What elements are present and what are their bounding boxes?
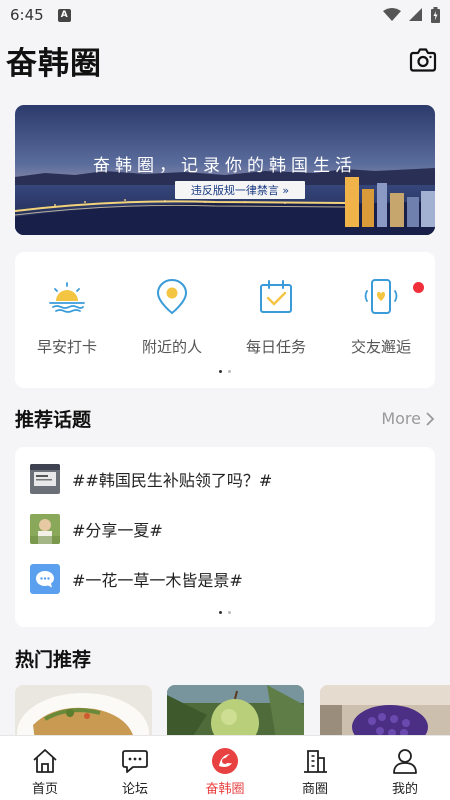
topics-title: 推荐话题 bbox=[15, 409, 92, 431]
quick-item-morning-checkin[interactable]: 早安打卡 bbox=[17, 274, 117, 357]
notification-icon: A bbox=[57, 8, 71, 22]
tab-forum[interactable]: 论坛 bbox=[90, 736, 180, 800]
tab-label: 我的 bbox=[391, 782, 418, 797]
more-label: More bbox=[381, 409, 421, 428]
tab-label: 商圈 bbox=[301, 782, 328, 797]
chat-bubble-icon bbox=[122, 750, 148, 773]
camera-button[interactable] bbox=[408, 45, 438, 75]
topics-header: 推荐话题 More bbox=[15, 405, 435, 432]
building-icon bbox=[304, 750, 327, 773]
tab-label: 奋韩圈 bbox=[205, 782, 245, 797]
topics-card: ##韩国民生补贴领了吗？# #分享一夏# #一花一草一木皆是景# bbox=[15, 447, 435, 627]
hot-feed bbox=[15, 685, 450, 740]
calendar-check-icon bbox=[260, 280, 292, 313]
topic-text: #一花一草一木皆是景# bbox=[72, 571, 243, 590]
topic-thumbnail bbox=[30, 464, 60, 494]
hot-item[interactable] bbox=[167, 685, 304, 740]
tab-profile[interactable]: 我的 bbox=[360, 736, 450, 800]
sunrise-icon bbox=[49, 282, 85, 313]
location-pin-icon bbox=[156, 278, 188, 315]
pager-dot bbox=[228, 611, 231, 614]
topic-text: ##韩国民生补贴领了吗？# bbox=[72, 471, 273, 490]
topics-pager bbox=[15, 611, 435, 614]
quick-actions-card: 早安打卡 附近的人 每日任务 交友邂逅 bbox=[15, 252, 435, 388]
signal-icon bbox=[409, 8, 422, 21]
topics-more-link[interactable]: More bbox=[381, 409, 435, 428]
hot-title: 热门推荐 bbox=[15, 649, 92, 671]
wifi-icon bbox=[383, 8, 401, 21]
banner-rule-tag: 违反版规一律禁言 » bbox=[175, 181, 305, 199]
home-icon bbox=[33, 749, 57, 773]
tab-home[interactable]: 首页 bbox=[0, 736, 90, 800]
status-time: 6:45 bbox=[10, 6, 44, 24]
banner[interactable]: 奋韩圈，记录你的韩国生活 违反版规一律禁言 » bbox=[15, 105, 435, 235]
quick-item-daily-tasks[interactable]: 每日任务 bbox=[226, 274, 326, 357]
status-bar: 6:45 A bbox=[0, 0, 450, 30]
quick-item-label: 附近的人 bbox=[141, 338, 202, 356]
tab-label: 首页 bbox=[31, 782, 58, 797]
tab-fenhanquan[interactable]: 奋韩圈 bbox=[180, 736, 270, 800]
hot-item[interactable] bbox=[15, 685, 152, 740]
hot-header: 热门推荐 bbox=[15, 645, 435, 672]
fenhan-circle-icon bbox=[212, 748, 238, 774]
phone-heart-icon bbox=[364, 279, 398, 314]
person-icon bbox=[393, 749, 417, 774]
bottom-tab-bar: 首页 论坛 奋韩圈 商圈 我的 bbox=[0, 735, 450, 800]
pager-dot bbox=[228, 370, 231, 373]
banner-title: 奋韩圈，记录你的韩国生活 bbox=[93, 156, 357, 176]
hot-item[interactable] bbox=[320, 685, 450, 740]
topic-item[interactable]: #分享一夏# bbox=[30, 514, 163, 544]
topic-item[interactable]: ##韩国民生补贴领了吗？# bbox=[30, 464, 272, 494]
quick-item-nearby-people[interactable]: 附近的人 bbox=[122, 274, 222, 357]
page-title: 奋韩圈 bbox=[6, 45, 102, 82]
pager-dot bbox=[219, 611, 222, 614]
topic-text: #分享一夏# bbox=[72, 521, 163, 540]
app-header: 奋韩圈 bbox=[0, 30, 450, 90]
pager-dot bbox=[219, 370, 222, 373]
hot-item-image bbox=[320, 685, 450, 740]
notification-badge bbox=[413, 282, 424, 293]
tab-business[interactable]: 商圈 bbox=[270, 736, 360, 800]
topic-thumbnail bbox=[30, 514, 60, 544]
hot-item-image bbox=[167, 685, 304, 740]
chevron-right-icon bbox=[426, 411, 435, 426]
camera-icon bbox=[409, 48, 437, 72]
quick-actions-pager bbox=[15, 370, 435, 373]
quick-item-label: 每日任务 bbox=[245, 338, 306, 356]
topic-item[interactable]: #一花一草一木皆是景# bbox=[30, 564, 243, 594]
hot-item-image bbox=[15, 685, 152, 740]
topic-thumbnail bbox=[30, 564, 60, 594]
tab-label: 论坛 bbox=[121, 782, 148, 797]
quick-item-label: 早安打卡 bbox=[36, 338, 97, 356]
quick-item-label: 交友邂逅 bbox=[350, 338, 411, 356]
battery-icon bbox=[431, 7, 440, 23]
